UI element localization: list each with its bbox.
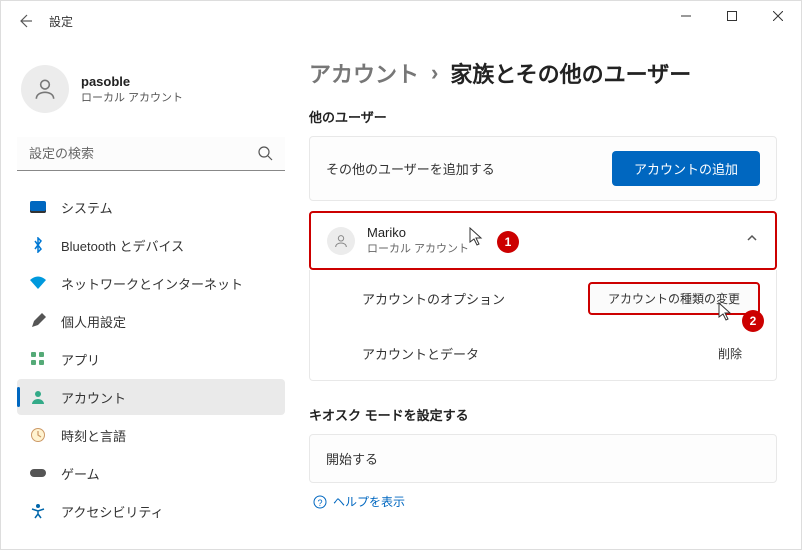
chevron-up-icon bbox=[745, 231, 759, 250]
pencil-icon bbox=[29, 312, 47, 330]
maximize-button[interactable] bbox=[709, 1, 755, 31]
delete-user-button[interactable]: 削除 bbox=[700, 339, 760, 368]
person-icon bbox=[333, 233, 349, 249]
sidebar-item-gaming[interactable]: ゲーム bbox=[17, 455, 285, 491]
sidebar-item-network[interactable]: ネットワークとインターネット bbox=[17, 265, 285, 301]
sidebar: pasoble ローカル アカウント システム Bluetooth とデバイス bbox=[1, 41, 301, 549]
breadcrumb-separator: › bbox=[431, 60, 438, 86]
sidebar-item-label: アカウント bbox=[61, 388, 126, 407]
add-account-button[interactable]: アカウントの追加 bbox=[612, 151, 760, 186]
breadcrumb-current: 家族とその他のユーザー bbox=[450, 57, 691, 89]
sidebar-item-accounts[interactable]: アカウント bbox=[17, 379, 285, 415]
sidebar-item-label: システム bbox=[61, 198, 113, 217]
cursor-icon bbox=[469, 227, 485, 247]
breadcrumb-parent[interactable]: アカウント bbox=[309, 57, 419, 89]
breadcrumb: アカウント › 家族とその他のユーザー bbox=[309, 57, 777, 89]
account-options-row: アカウントのオプション アカウントの種類の変更 bbox=[310, 270, 776, 327]
window-title: 設定 bbox=[49, 13, 73, 30]
sidebar-item-apps[interactable]: アプリ bbox=[17, 341, 285, 377]
system-icon bbox=[29, 198, 47, 216]
accounts-icon bbox=[29, 388, 47, 406]
other-user-card: Mariko ローカル アカウント 1 bbox=[309, 211, 777, 270]
account-data-row: アカウントとデータ 削除 bbox=[310, 327, 776, 380]
data-label: アカウントとデータ bbox=[362, 344, 479, 363]
maximize-icon bbox=[727, 11, 737, 21]
game-icon bbox=[29, 464, 47, 482]
avatar bbox=[21, 65, 69, 113]
search-input[interactable] bbox=[17, 137, 285, 171]
sidebar-item-personalization[interactable]: 個人用設定 bbox=[17, 303, 285, 339]
close-button[interactable] bbox=[755, 1, 801, 31]
sidebar-item-time[interactable]: 時刻と言語 bbox=[17, 417, 285, 453]
sidebar-nav: システム Bluetooth とデバイス ネットワークとインターネット 個人用設… bbox=[17, 189, 285, 529]
minimize-icon bbox=[681, 11, 691, 21]
search-wrap bbox=[17, 137, 285, 171]
user-account-type: ローカル アカウント bbox=[81, 89, 183, 105]
minimize-button[interactable] bbox=[663, 1, 709, 31]
option-label: アカウントのオプション bbox=[362, 289, 505, 308]
help-link-text: ヘルプを表示 bbox=[333, 493, 405, 510]
sidebar-item-label: ゲーム bbox=[61, 464, 100, 483]
back-button[interactable] bbox=[9, 5, 41, 37]
sidebar-item-label: アクセシビリティ bbox=[61, 502, 164, 521]
titlebar: 設定 bbox=[1, 1, 801, 41]
user-name: pasoble bbox=[81, 74, 183, 89]
person-icon bbox=[32, 76, 58, 102]
sidebar-item-accessibility[interactable]: アクセシビリティ bbox=[17, 493, 285, 529]
callout-1: 1 bbox=[497, 231, 519, 253]
help-icon: ? bbox=[313, 495, 327, 509]
change-account-type-button[interactable]: アカウントの種類の変更 bbox=[588, 282, 760, 315]
main-content: アカウント › 家族とその他のユーザー 他のユーザー その他のユーザーを追加する… bbox=[301, 41, 801, 549]
current-user-block[interactable]: pasoble ローカル アカウント bbox=[17, 57, 285, 121]
bluetooth-icon bbox=[29, 236, 47, 254]
apps-icon bbox=[29, 350, 47, 368]
sidebar-item-label: 個人用設定 bbox=[61, 312, 126, 331]
sidebar-item-label: アプリ bbox=[61, 350, 100, 369]
arrow-left-icon bbox=[17, 13, 33, 29]
kiosk-start-text: 開始する bbox=[326, 449, 378, 468]
sidebar-item-bluetooth[interactable]: Bluetooth とデバイス bbox=[17, 227, 285, 263]
other-user-header[interactable]: Mariko ローカル アカウント 1 bbox=[311, 213, 775, 268]
section-other-users-title: 他のユーザー bbox=[309, 107, 777, 126]
avatar bbox=[327, 227, 355, 255]
sidebar-item-label: Bluetooth とデバイス bbox=[61, 236, 184, 255]
kiosk-card[interactable]: 開始する bbox=[309, 434, 777, 483]
search-icon bbox=[257, 145, 273, 166]
other-user-body: アカウントのオプション アカウントの種類の変更 2 アカウントとデータ 削除 bbox=[309, 270, 777, 381]
add-user-text: その他のユーザーを追加する bbox=[326, 159, 495, 178]
wifi-icon bbox=[29, 274, 47, 292]
other-user-name: Mariko bbox=[367, 225, 469, 240]
sidebar-item-label: 時刻と言語 bbox=[61, 426, 126, 445]
accessibility-icon bbox=[29, 502, 47, 520]
sidebar-item-label: ネットワークとインターネット bbox=[61, 274, 243, 293]
help-link[interactable]: ? ヘルプを表示 bbox=[309, 493, 777, 510]
clock-icon bbox=[29, 426, 47, 444]
sidebar-item-system[interactable]: システム bbox=[17, 189, 285, 225]
other-user-type: ローカル アカウント bbox=[367, 240, 469, 256]
section-kiosk-title: キオスク モードを設定する bbox=[309, 405, 777, 424]
close-icon bbox=[773, 11, 783, 21]
add-user-card: その他のユーザーを追加する アカウントの追加 bbox=[309, 136, 777, 201]
svg-text:?: ? bbox=[317, 498, 322, 508]
